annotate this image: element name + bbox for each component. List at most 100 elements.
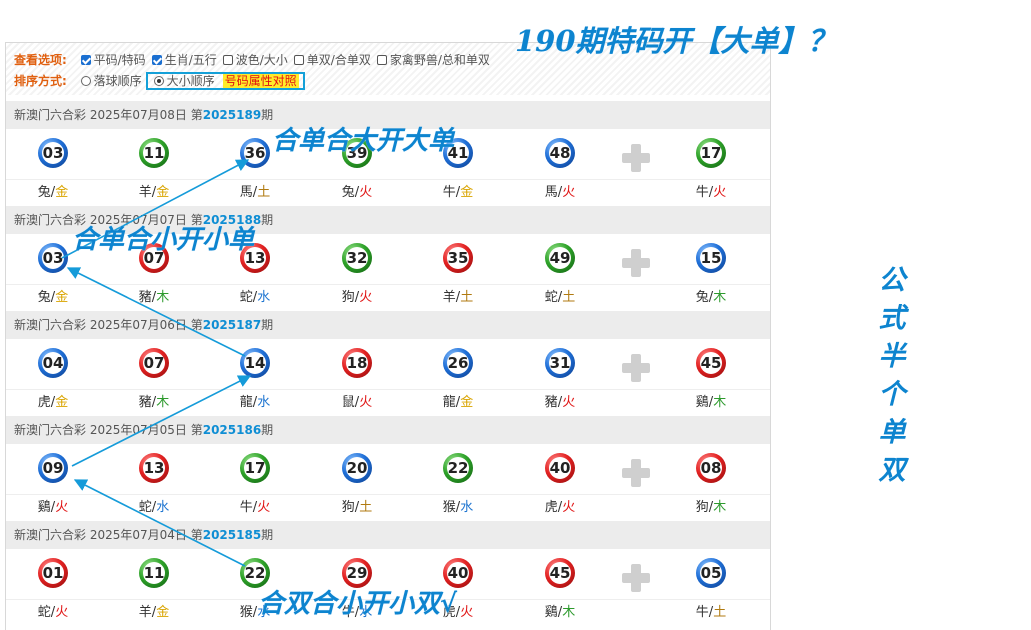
sort-options-label: 排序方式: <box>14 74 67 88</box>
element-name: 土 <box>713 605 727 620</box>
element-name: 木 <box>156 395 170 410</box>
ball-green: 22 <box>443 453 473 483</box>
element-name: 土 <box>460 290 474 305</box>
view-option-checkbox[interactable] <box>80 55 91 65</box>
zodiac-element-label: 龍/水 <box>215 390 295 416</box>
zodiac-element-label: 兔/火 <box>317 180 397 206</box>
element-name: 火 <box>55 500 69 515</box>
sort-option-radio[interactable] <box>153 76 164 86</box>
zodiac-name: 蛇 <box>239 290 253 305</box>
zodiac-element-label: 羊/金 <box>114 600 194 626</box>
zodiac-element-label: 狗/木 <box>671 495 751 521</box>
ball-number: 22 <box>244 562 266 584</box>
element-name: 土 <box>257 185 271 200</box>
ball-red: 01 <box>38 558 68 588</box>
zodiac-element-label: 蛇/土 <box>520 285 600 311</box>
ball-number: 13 <box>143 457 165 479</box>
zodiac-name: 兔 <box>37 290 51 305</box>
ball-blue: 20 <box>342 453 372 483</box>
sort-option-radio[interactable] <box>80 76 91 86</box>
sort-option-label[interactable]: 落球顺序 <box>94 74 142 88</box>
zodiac-name: 蛇 <box>138 500 152 515</box>
draw-header: 新澳门六合彩 2025年07月05日 第2025186期 <box>6 416 770 444</box>
zodiac-element-label: 牛/金 <box>418 180 498 206</box>
zodiac-row: 兔/金 羊/金 馬/土 兔/火 牛/金 馬/火 牛/火 <box>6 179 770 206</box>
zodiac-element-label: 狗/土 <box>317 495 397 521</box>
ball-number: 11 <box>143 142 165 164</box>
ball-red: 35 <box>443 243 473 273</box>
zodiac-element-label: 牛/土 <box>671 600 751 626</box>
zodiac-element-label: 豬/火 <box>520 390 600 416</box>
ball-green: 32 <box>342 243 372 273</box>
view-option-checkbox[interactable] <box>151 55 162 65</box>
sort-option-selected-box[interactable]: 大小顺序 号码属性对照 <box>145 72 305 90</box>
sort-options-row: 排序方式: 落球顺序 大小顺序 号码属性对照 <box>14 71 305 91</box>
ball-number: 17 <box>244 457 266 479</box>
zodiac-name: 猴 <box>442 500 456 515</box>
regular-ball: 22 <box>428 444 488 494</box>
zodiac-element-label: 馬/土 <box>215 180 295 206</box>
zodiac-element-label: 蛇/火 <box>13 600 93 626</box>
sort-options-list: 落球顺序 大小顺序 号码属性对照 <box>75 72 305 90</box>
ball-blue: 14 <box>240 348 270 378</box>
element-name: 火 <box>713 185 727 200</box>
zodiac-name: 兔 <box>37 185 51 200</box>
sort-option-label[interactable]: 大小顺序 <box>167 74 215 88</box>
draw-period-suffix: 期 <box>261 318 274 332</box>
element-name: 火 <box>460 605 474 620</box>
regular-ball: 13 <box>124 444 184 494</box>
draw-header: 新澳门六合彩 2025年07月06日 第2025187期 <box>6 311 770 339</box>
ball-blue: 03 <box>38 138 68 168</box>
regular-ball: 49 <box>530 234 590 284</box>
element-name: 水 <box>156 500 170 515</box>
zodiac-row: 兔/金 豬/木 蛇/水 狗/火 羊/土 蛇/土 兔/木 <box>6 284 770 311</box>
zodiac-element-label: 鷄/火 <box>13 495 93 521</box>
sort-option[interactable]: 落球顺序 <box>75 74 142 88</box>
draw-date-text: 新澳门六合彩 2025年07月08日 第 <box>14 108 203 122</box>
special-ball: 08 <box>681 444 741 494</box>
draw-period-number: 2025186 <box>202 423 262 437</box>
view-option-label[interactable]: 生肖/五行 <box>165 53 217 67</box>
ball-blue: 31 <box>545 348 575 378</box>
ball-number: 15 <box>700 247 722 269</box>
zodiac-name: 鷄 <box>544 605 558 620</box>
view-option-label[interactable]: 波色/大小 <box>236 53 288 67</box>
element-name: 火 <box>359 290 373 305</box>
ball-number: 11 <box>143 562 165 584</box>
ball-number: 03 <box>42 247 64 269</box>
regular-ball: 26 <box>428 339 488 389</box>
annotation-vertical: 公式半个单双 <box>878 265 906 486</box>
zodiac-element-label: 羊/土 <box>418 285 498 311</box>
regular-ball: 31 <box>530 339 590 389</box>
zodiac-name: 豬 <box>138 290 152 305</box>
regular-ball: 04 <box>23 339 83 389</box>
ball-number: 48 <box>549 142 571 164</box>
view-option-label[interactable]: 家禽野兽/总和单双 <box>390 53 490 67</box>
ball-blue: 05 <box>696 558 726 588</box>
annotation-title: 190期特码开【大单】？ <box>515 24 837 58</box>
plus-icon <box>622 249 650 277</box>
draw-period-suffix: 期 <box>261 528 274 542</box>
element-name: 木 <box>156 290 170 305</box>
zodiac-element-label: 狗/火 <box>317 285 397 311</box>
regular-ball: 01 <box>23 549 83 599</box>
view-option-checkbox[interactable] <box>293 55 304 65</box>
element-name: 金 <box>460 395 474 410</box>
ball-number: 26 <box>447 352 469 374</box>
view-option-checkbox[interactable] <box>376 55 387 65</box>
zodiac-name: 馬 <box>239 185 253 200</box>
attribute-compare-link[interactable]: 号码属性对照 <box>222 74 299 88</box>
element-name: 火 <box>55 605 69 620</box>
ball-number: 22 <box>447 457 469 479</box>
element-name: 土 <box>562 290 576 305</box>
ball-red: 08 <box>696 453 726 483</box>
draw-period-number: 2025187 <box>202 318 262 332</box>
ball-number: 14 <box>244 352 266 374</box>
view-option-label[interactable]: 平码/特码 <box>94 53 146 67</box>
element-name: 水 <box>257 395 271 410</box>
ball-blue: 04 <box>38 348 68 378</box>
view-options-list: 平码/特码 生肖/五行 波色/大小 单双/合单双 家禽野兽/总和单双 <box>75 53 490 67</box>
view-option-checkbox[interactable] <box>222 55 233 65</box>
view-option-label[interactable]: 单双/合单双 <box>307 53 371 67</box>
zodiac-element-label: 蛇/水 <box>215 285 295 311</box>
